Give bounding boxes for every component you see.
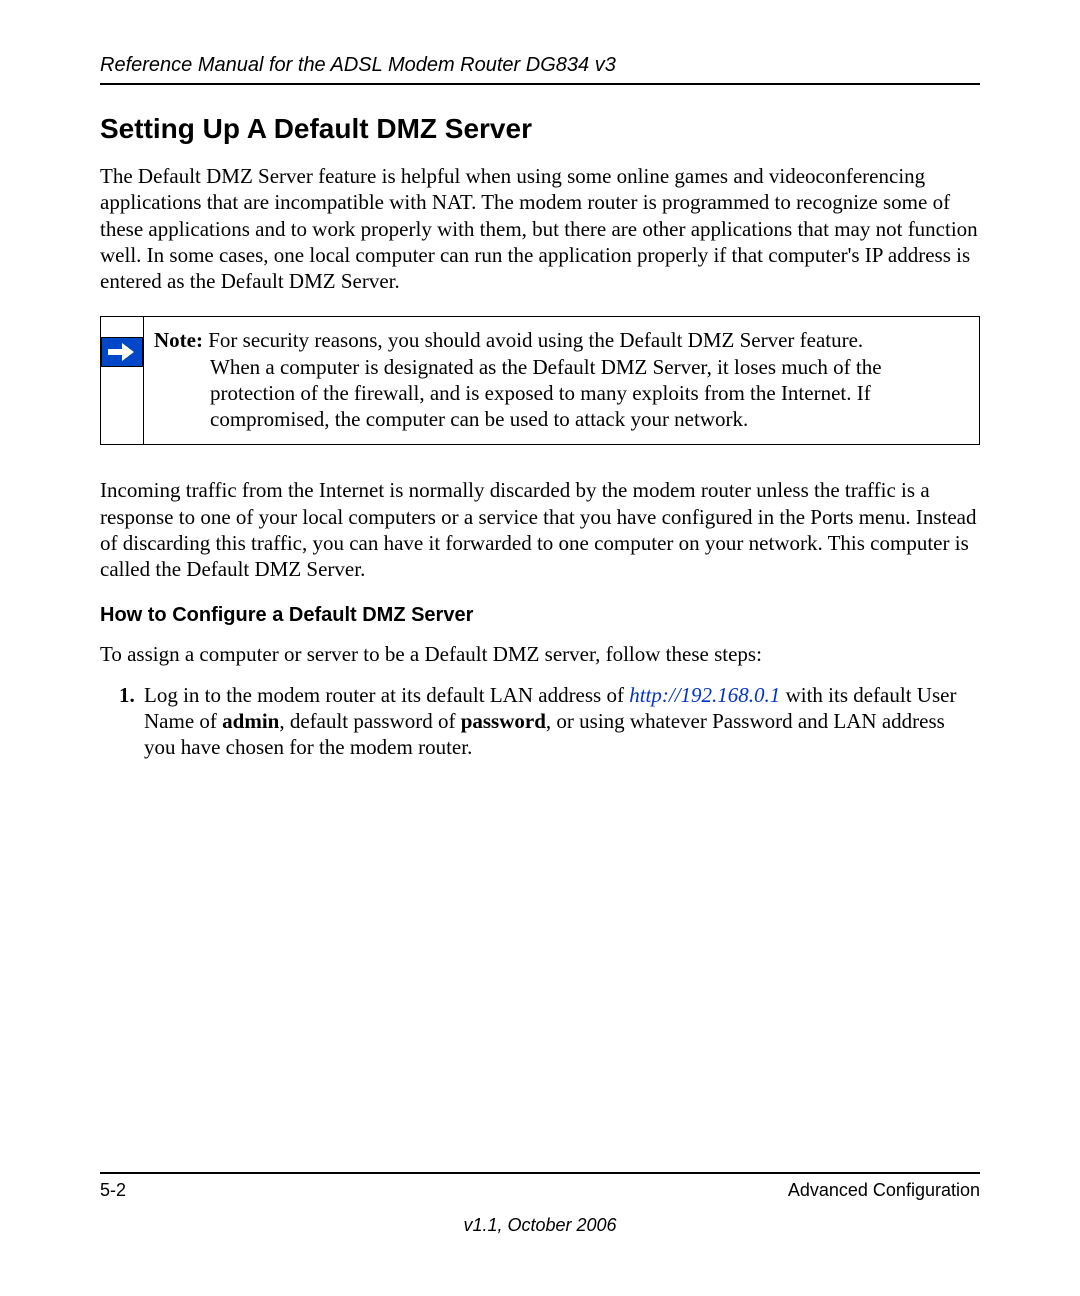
page-number: 5-2 bbox=[100, 1180, 126, 1201]
note-rest: When a computer is designated as the Def… bbox=[210, 354, 965, 433]
subsection-lead: To assign a computer or server to be a D… bbox=[100, 641, 980, 667]
page: Reference Manual for the ADSL Modem Rout… bbox=[0, 0, 1080, 1296]
arrow-right-icon bbox=[101, 337, 143, 367]
step1-mid2: , default password of bbox=[279, 709, 460, 733]
steps-list: Log in to the modem router at its defaul… bbox=[100, 682, 980, 761]
note-icon-cell bbox=[101, 317, 144, 444]
header-rule bbox=[100, 83, 980, 85]
note-label: Note: bbox=[154, 328, 203, 352]
footer-version: v1.1, October 2006 bbox=[100, 1215, 980, 1236]
paragraph-2: Incoming traffic from the Internet is no… bbox=[100, 477, 980, 582]
step1-username: admin bbox=[222, 709, 279, 733]
section-title: Setting Up A Default DMZ Server bbox=[100, 113, 980, 145]
running-head: Reference Manual for the ADSL Modem Rout… bbox=[100, 54, 980, 77]
intro-paragraph: The Default DMZ Server feature is helpfu… bbox=[100, 163, 980, 294]
footer-rule bbox=[100, 1172, 980, 1174]
note-first-line: For security reasons, you should avoid u… bbox=[203, 328, 863, 352]
default-lan-link[interactable]: http://192.168.0.1 bbox=[629, 683, 780, 707]
subsection-title: How to Configure a Default DMZ Server bbox=[100, 604, 980, 627]
note-text: Note: For security reasons, you should a… bbox=[144, 317, 979, 444]
page-footer: 5-2 Advanced Configuration v1.1, October… bbox=[100, 1172, 980, 1236]
footer-section: Advanced Configuration bbox=[788, 1180, 980, 1201]
note-box: Note: For security reasons, you should a… bbox=[100, 316, 980, 445]
step1-pre: Log in to the modem router at its defaul… bbox=[144, 683, 629, 707]
step-1: Log in to the modem router at its defaul… bbox=[140, 682, 980, 761]
step1-password: password bbox=[461, 709, 546, 733]
